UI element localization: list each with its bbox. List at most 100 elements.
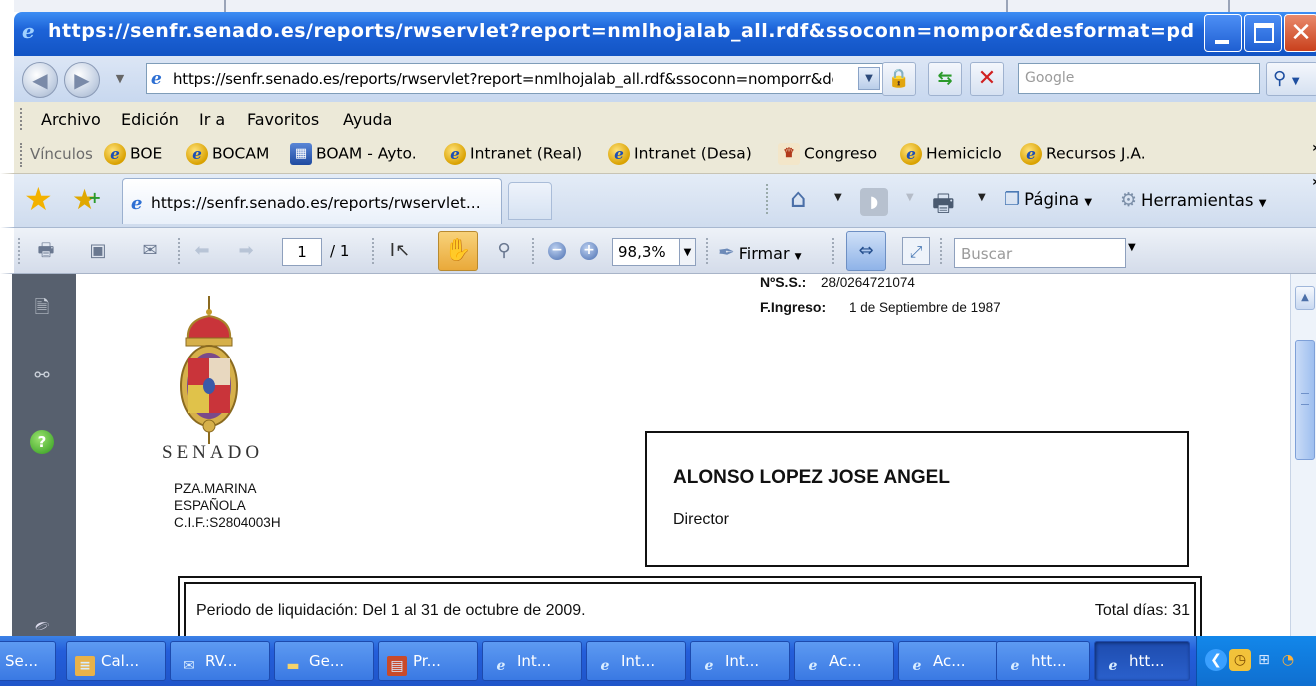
link-boe[interactable]: e BOE — [104, 143, 162, 167]
attachment-icon[interactable]: 𝒪 — [31, 615, 51, 637]
taskbar-item[interactable]: ✉ RV... — [170, 641, 270, 681]
url-dropdown-button[interactable]: ▼ — [858, 67, 880, 90]
fit-width-button[interactable]: ⇔ — [846, 231, 886, 271]
tray-app-icon[interactable]: ◔ — [1277, 649, 1299, 671]
stop-button[interactable]: ✕ — [970, 62, 1004, 96]
tab-active[interactable]: e https://senfr.senado.es/reports/rwserv… — [122, 178, 502, 224]
select-text-button[interactable]: I↖ — [386, 237, 414, 265]
home-dropdown[interactable]: ▼ — [834, 192, 842, 203]
link-boam[interactable]: ▦ BOAM - Ayto. — [290, 143, 417, 167]
clock-app-icon[interactable]: ◷ — [1229, 649, 1251, 671]
add-favorite-button[interactable]: ★ + — [72, 184, 101, 216]
refresh-icon: ⇆ — [937, 68, 953, 89]
network-icon[interactable]: ⊞ — [1253, 649, 1275, 671]
maximize-button[interactable] — [1244, 14, 1282, 52]
find-dropdown[interactable]: ▼ — [1128, 242, 1136, 253]
chevron-more-icon[interactable]: » — [1312, 174, 1316, 190]
period-inner-box: Periodo de liquidación: Del 1 al 31 de o… — [184, 582, 1196, 636]
taskbar: Se... ≡ Cal... ✉ RV... ▬ Ge... ▤ Pr... e Int.… — [0, 636, 1316, 686]
feeds-dropdown: ▼ — [906, 192, 914, 203]
recent-pages-dropdown[interactable]: ▼ — [110, 64, 130, 94]
senado-crest-logo — [180, 296, 238, 444]
hand-tool-button[interactable]: ✋ — [438, 231, 478, 271]
scroll-up-button[interactable]: ▲ — [1295, 286, 1315, 310]
taskbar-item[interactable]: ▤ Pr... — [378, 641, 478, 681]
links-bar: Vínculos e BOE e BOCAM ▦ BOAM - Ayto. e Intr… — [0, 136, 1316, 174]
menu-ayuda[interactable]: Ayuda — [343, 110, 392, 129]
strip-divider — [1006, 0, 1008, 12]
pdf-navigation-rail: 🗎 ⚯ ? 𝒪 — [0, 274, 76, 636]
print-dropdown[interactable]: ▼ — [978, 192, 986, 203]
pdf-print-button[interactable]: 🖶 — [32, 237, 60, 265]
ie-icon: e — [900, 143, 922, 165]
binoculars-icon[interactable]: ⚯ — [30, 364, 54, 388]
close-button[interactable]: ✕ — [1284, 14, 1316, 52]
save-icon: ▣ — [89, 240, 107, 261]
taskbar-item-active[interactable]: e htt... — [1094, 641, 1190, 681]
total-days: Total días: 31 — [1094, 602, 1190, 619]
printer-icon: 🖶 — [932, 189, 955, 217]
print-button[interactable]: 🖶 — [932, 186, 955, 227]
menu-edicion[interactable]: Edición — [121, 110, 179, 129]
vertical-scrollbar[interactable]: ▲ — [1290, 274, 1316, 636]
url-field[interactable]: e https://senfr.senado.es/reports/rwserv… — [146, 63, 884, 94]
link-hemiciclo[interactable]: e Hemiciclo — [900, 143, 1002, 167]
minimize-button[interactable] — [1204, 14, 1242, 52]
employee-name: ALONSO LOPEZ JOSE ANGEL — [673, 467, 950, 488]
scroll-thumb[interactable] — [1295, 340, 1315, 460]
chevron-down-icon: ▼ — [794, 252, 802, 262]
minus-icon: − — [551, 242, 563, 258]
taskbar-item[interactable]: ▬ Ge... — [274, 641, 374, 681]
taskbar-item[interactable]: Se... — [0, 641, 56, 681]
taskbar-item[interactable]: e Ac... — [794, 641, 894, 681]
zoom-dropdown[interactable]: ▼ — [680, 238, 696, 266]
toolbar-grip — [20, 143, 23, 167]
taskbar-item[interactable]: e Int... — [482, 641, 582, 681]
zoom-input[interactable]: 98,3% — [612, 238, 680, 266]
feeds-button[interactable]: ◗ — [860, 188, 888, 216]
taskbar-item[interactable]: e htt... — [996, 641, 1090, 681]
taskbar-item[interactable]: e Int... — [586, 641, 686, 681]
pages-icon[interactable]: 🗎 — [30, 296, 54, 320]
forward-button[interactable]: ▶ — [64, 62, 100, 98]
home-button[interactable]: ⌂ — [790, 184, 807, 214]
link-bocam[interactable]: e BOCAM — [186, 143, 269, 167]
find-input[interactable]: Buscar — [954, 238, 1126, 268]
menu-ir-a[interactable]: Ir a — [199, 110, 225, 129]
fit-page-button[interactable]: ⤢ — [902, 237, 930, 265]
help-icon[interactable]: ? — [30, 430, 54, 454]
tools-menu[interactable]: ⚙ Herramientas ▼ — [1120, 189, 1266, 211]
pdf-email-button[interactable]: ✉ — [136, 237, 164, 265]
zoom-in-button[interactable]: + — [580, 242, 598, 260]
link-congreso[interactable]: ♛ Congreso — [778, 143, 877, 167]
page-menu[interactable]: ❐ Página ▼ — [1004, 189, 1092, 210]
link-recursos-ja[interactable]: e Recursos J.A. — [1020, 143, 1146, 167]
taskbar-item[interactable]: e Ac... — [898, 641, 998, 681]
next-page-button[interactable]: ➡ — [232, 237, 260, 265]
tray-expand-icon[interactable]: ❮ — [1205, 649, 1227, 671]
security-lock-button[interactable]: 🔒 — [882, 62, 916, 96]
page-number-input[interactable]: 1 — [282, 238, 322, 266]
favorites-center-button[interactable]: ★ — [24, 182, 53, 216]
menu-favoritos[interactable]: Favoritos — [247, 110, 319, 129]
page-icon: e — [151, 69, 162, 89]
taskbar-item[interactable]: ≡ Cal... — [66, 641, 166, 681]
new-tab-button[interactable] — [508, 182, 552, 220]
zoom-tool-button[interactable]: ⚲ — [490, 237, 518, 265]
link-intranet-desa[interactable]: e Intranet (Desa) — [608, 143, 752, 167]
link-intranet-real[interactable]: e Intranet (Real) — [444, 143, 582, 167]
ie-icon: e — [104, 143, 126, 165]
sign-button[interactable]: ✒ Firmar ▼ — [718, 240, 802, 264]
back-button[interactable]: ◀ — [22, 62, 58, 98]
refresh-button[interactable]: ⇆ — [928, 62, 962, 96]
search-input[interactable]: Google — [1018, 63, 1260, 94]
taskbar-item[interactable]: e Int... — [690, 641, 790, 681]
text-cursor-icon: I↖ — [389, 240, 411, 261]
grip-icon — [1301, 393, 1309, 405]
chevron-more-icon[interactable]: » — [1312, 140, 1316, 156]
previous-page-button[interactable]: ⬅ — [188, 237, 216, 265]
search-button[interactable]: ⚲ ▼ — [1266, 62, 1316, 96]
zoom-out-button[interactable]: − — [548, 242, 566, 260]
menu-archivo[interactable]: Archivo — [41, 110, 101, 129]
pdf-save-button[interactable]: ▣ — [84, 237, 112, 265]
